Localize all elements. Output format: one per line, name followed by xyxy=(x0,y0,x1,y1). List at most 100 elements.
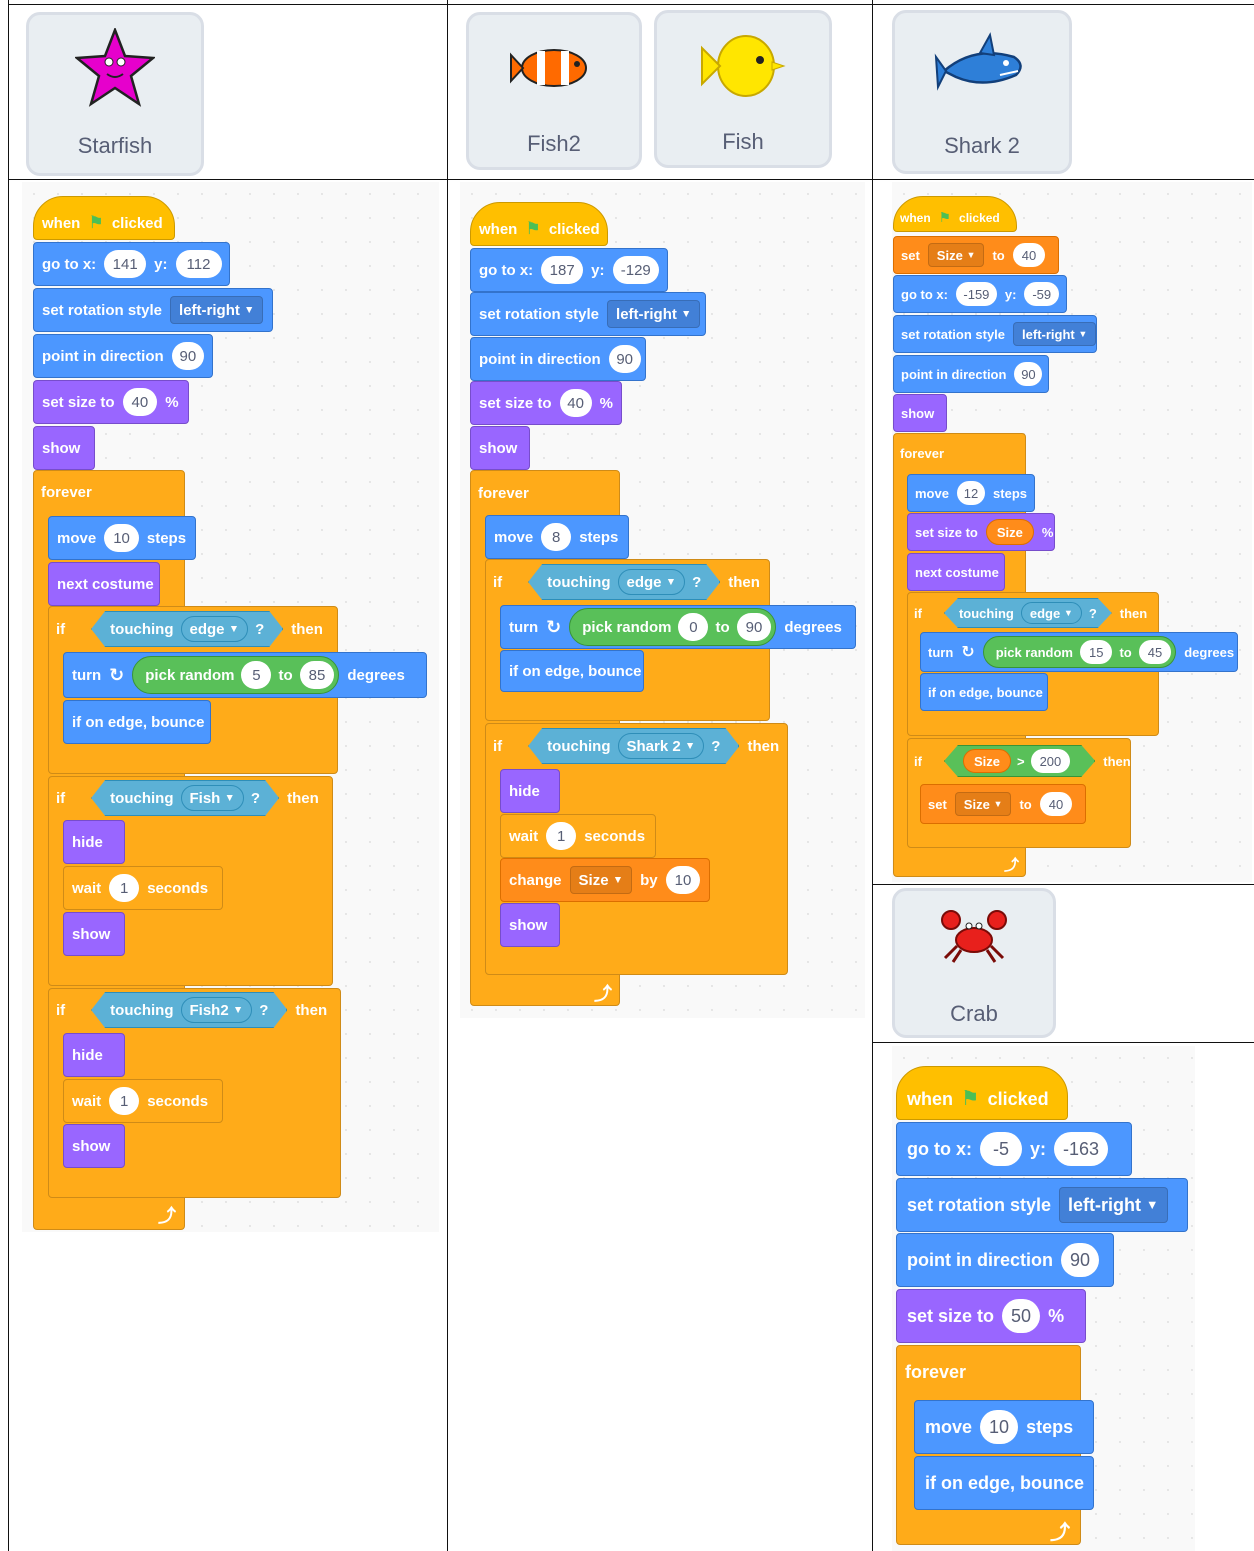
pick-random-block[interactable]: pick random 0 to 90 xyxy=(569,608,777,646)
direction-input[interactable]: 90 xyxy=(1061,1243,1100,1277)
hide-block[interactable]: hide xyxy=(63,1033,125,1077)
set-size-block[interactable]: set size to 50% xyxy=(896,1289,1086,1343)
when-flag-clicked-block[interactable]: when ⚑ clicked xyxy=(33,196,175,240)
direction-input[interactable]: 90 xyxy=(1014,362,1043,386)
set-size-block[interactable]: set size to 40% xyxy=(470,381,622,425)
wait-block[interactable]: wait 1 seconds xyxy=(63,1079,223,1123)
move-steps-block[interactable]: move 8 steps xyxy=(485,515,629,559)
variable-dropdown[interactable]: Size ▼ xyxy=(569,866,633,894)
next-costume-block[interactable]: next costume xyxy=(48,562,160,606)
rotation-dropdown[interactable]: left-right ▼ xyxy=(1013,322,1097,346)
point-in-direction-block[interactable]: point in direction 90 xyxy=(470,337,646,381)
set-rotation-style-block[interactable]: set rotation style left-right ▼ xyxy=(33,288,273,332)
limit-input[interactable]: 200 xyxy=(1031,749,1071,773)
size-input[interactable]: 40 xyxy=(559,389,592,417)
pick-random-block[interactable]: pick random 15 to 45 xyxy=(982,636,1177,668)
set-variable-block[interactable]: set Size ▼ to 40 xyxy=(920,784,1086,824)
random-min-input[interactable]: 15 xyxy=(1079,640,1113,664)
sprite-tile-shark[interactable]: Shark 2 xyxy=(892,10,1072,174)
x-input[interactable]: -159 xyxy=(955,282,997,306)
show-block[interactable]: show xyxy=(63,1124,125,1168)
rotation-dropdown[interactable]: left-right ▼ xyxy=(170,296,264,324)
point-in-direction-block[interactable]: point in direction 90 xyxy=(33,334,213,378)
bounce-block[interactable]: if on edge, bounce xyxy=(914,1456,1094,1510)
x-input[interactable]: 141 xyxy=(104,250,147,278)
turn-block[interactable]: turn ↻ pick random 0 to 90 degrees xyxy=(500,605,856,649)
variable-dropdown[interactable]: Size ▼ xyxy=(927,243,985,267)
set-rotation-style-block[interactable]: set rotation style left-right ▼ xyxy=(470,292,706,336)
wait-block[interactable]: wait 1 seconds xyxy=(63,866,223,910)
touching-dropdown[interactable]: Fish ▼ xyxy=(181,785,244,811)
size-input[interactable]: 40 xyxy=(122,388,158,416)
touching-dropdown[interactable]: Shark 2 ▼ xyxy=(618,733,705,759)
move-steps-block[interactable]: move 12 steps xyxy=(907,474,1035,512)
random-max-input[interactable]: 90 xyxy=(736,613,772,641)
sprite-tile-crab[interactable]: Crab xyxy=(892,888,1056,1038)
steps-input[interactable]: 8 xyxy=(541,523,572,551)
direction-input[interactable]: 90 xyxy=(171,342,204,370)
show-block[interactable]: show xyxy=(500,903,560,947)
touching-condition[interactable]: touching Fish2 ▼? xyxy=(91,992,287,1028)
wait-input[interactable]: 1 xyxy=(109,1087,140,1115)
touching-dropdown[interactable]: Fish2 ▼ xyxy=(181,997,253,1023)
point-in-direction-block[interactable]: point in direction 90 xyxy=(893,355,1049,393)
when-flag-clicked-block[interactable]: when ⚑ clicked xyxy=(470,202,608,246)
set-rotation-style-block[interactable]: set rotation style left-right ▼ xyxy=(893,315,1097,353)
sprite-tile-fish[interactable]: Fish xyxy=(654,10,832,168)
touching-dropdown[interactable]: edge ▼ xyxy=(1021,602,1082,624)
next-costume-block[interactable]: next costume xyxy=(907,553,1005,591)
touching-dropdown[interactable]: edge ▼ xyxy=(181,616,249,642)
random-min-input[interactable]: 5 xyxy=(241,661,272,689)
size-variable-reporter[interactable]: Size xyxy=(963,749,1011,773)
set-variable-block[interactable]: set Size ▼ to 40 xyxy=(893,236,1059,274)
random-min-input[interactable]: 0 xyxy=(678,613,709,641)
change-variable-block[interactable]: change Size ▼ by 10 xyxy=(500,858,710,902)
go-to-xy-block[interactable]: go to x: 187 y: -129 xyxy=(470,248,668,292)
show-block[interactable]: show xyxy=(893,394,947,432)
steps-input[interactable]: 10 xyxy=(104,524,139,552)
bounce-block[interactable]: if on edge, bounce xyxy=(500,650,644,692)
touching-condition[interactable]: touching edge ▼? xyxy=(91,611,283,647)
x-input[interactable]: -5 xyxy=(980,1132,1022,1166)
rotation-dropdown[interactable]: left-right ▼ xyxy=(1059,1187,1168,1223)
random-max-input[interactable]: 45 xyxy=(1138,640,1172,664)
show-block[interactable]: show xyxy=(63,912,125,956)
touching-condition[interactable]: touching edge ▼? xyxy=(528,564,720,600)
show-block[interactable]: show xyxy=(470,426,530,470)
direction-input[interactable]: 90 xyxy=(608,345,641,373)
value-input[interactable]: 40 xyxy=(1039,792,1073,816)
pick-random-block[interactable]: pick random 5 to 85 xyxy=(132,656,340,694)
variable-dropdown[interactable]: Size ▼ xyxy=(954,792,1012,816)
y-input[interactable]: -59 xyxy=(1024,282,1059,306)
set-size-block[interactable]: set size to 40% xyxy=(33,380,189,424)
y-input[interactable]: 112 xyxy=(175,250,222,278)
set-rotation-style-block[interactable]: set rotation style left-right ▼ xyxy=(896,1178,1188,1232)
value-input[interactable]: 40 xyxy=(1012,243,1046,267)
go-to-xy-block[interactable]: go to x: 141 y: 112 xyxy=(33,242,230,286)
y-input[interactable]: -129 xyxy=(612,256,659,284)
when-flag-clicked-block[interactable]: when ⚑ clicked xyxy=(893,196,1017,232)
touching-condition[interactable]: touching Fish ▼? xyxy=(91,780,279,816)
sprite-tile-starfish[interactable]: Starfish xyxy=(26,12,204,176)
wait-input[interactable]: 1 xyxy=(546,822,577,850)
hide-block[interactable]: hide xyxy=(500,769,560,813)
x-input[interactable]: 187 xyxy=(541,256,584,284)
go-to-xy-block[interactable]: go to x: -5 y: -163 xyxy=(896,1122,1132,1176)
touching-dropdown[interactable]: edge ▼ xyxy=(618,569,686,595)
greater-than-condition[interactable]: Size >200 xyxy=(944,745,1095,777)
touching-condition[interactable]: touching Shark 2 ▼? xyxy=(528,728,739,764)
turn-block[interactable]: turn ↻ pick random 15 to 45 degrees xyxy=(920,632,1238,672)
wait-input[interactable]: 1 xyxy=(109,874,140,902)
bounce-block[interactable]: if on edge, bounce xyxy=(63,700,211,744)
rotation-dropdown[interactable]: left-right ▼ xyxy=(607,300,701,328)
point-in-direction-block[interactable]: point in direction 90 xyxy=(896,1233,1114,1287)
size-input[interactable]: 50 xyxy=(1002,1299,1041,1333)
go-to-xy-block[interactable]: go to x: -159 y: -59 xyxy=(893,275,1067,313)
show-block[interactable]: show xyxy=(33,426,95,470)
size-variable-reporter[interactable]: Size xyxy=(985,519,1034,545)
hide-block[interactable]: hide xyxy=(63,820,125,864)
steps-input[interactable]: 10 xyxy=(980,1410,1019,1444)
random-max-input[interactable]: 85 xyxy=(299,661,335,689)
steps-input[interactable]: 12 xyxy=(956,481,986,505)
set-size-block[interactable]: set size to Size% xyxy=(907,513,1055,551)
